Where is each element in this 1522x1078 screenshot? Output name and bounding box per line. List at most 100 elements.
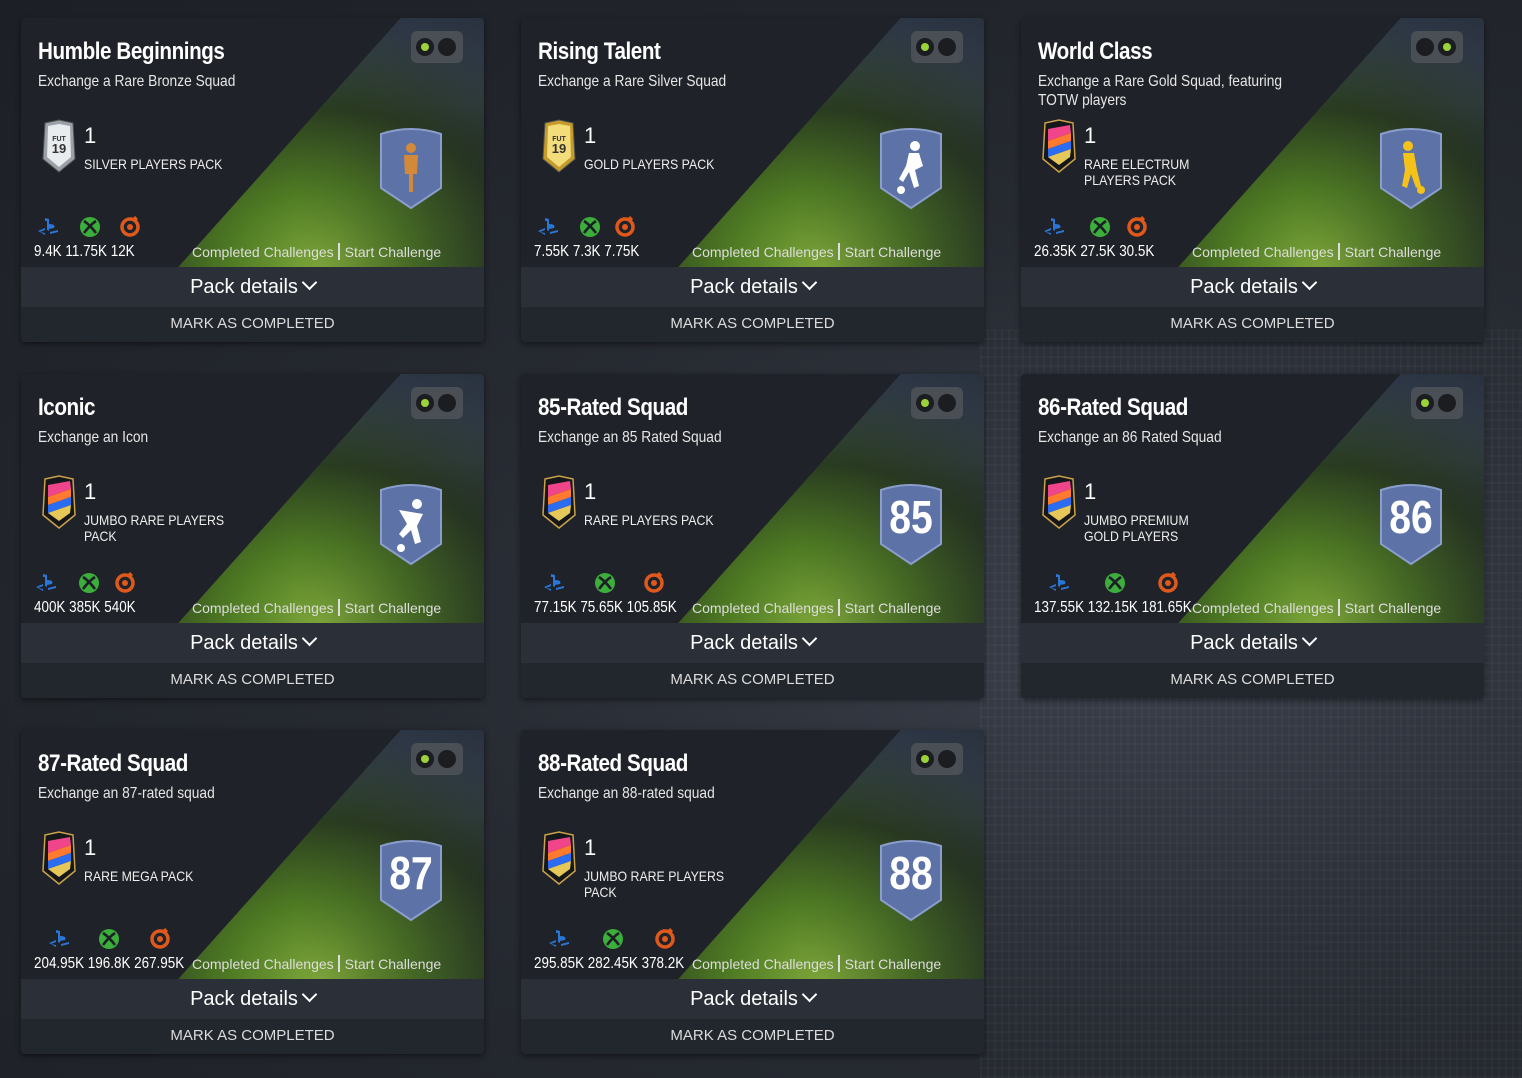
completed-challenges-link[interactable]: Completed Challenges <box>1192 244 1334 260</box>
pack-name: JUMBO RARE PLAYERS PACK <box>584 868 725 900</box>
challenge-title: 86-Rated Squad <box>1038 394 1188 421</box>
card-banner: Humble Beginnings Exchange a Rare Bronze… <box>21 18 484 267</box>
pack-details-button[interactable]: Pack details <box>1021 623 1484 663</box>
pack-details-button[interactable]: Pack details <box>521 267 984 307</box>
mark-as-completed-button[interactable]: MARK AS COMPLETED <box>521 307 984 342</box>
mark-as-completed-button[interactable]: MARK AS COMPLETED <box>21 1019 484 1054</box>
pack-details-button[interactable]: Pack details <box>1021 267 1484 307</box>
start-challenge-link[interactable]: Start Challenge <box>345 244 442 260</box>
challenge-subtitle: Exchange an 87-rated squad <box>38 785 215 802</box>
rare-pack-icon <box>40 831 78 885</box>
challenge-links: Completed Challenges Start Challenge <box>192 243 441 260</box>
pack-details-label: Pack details <box>190 988 298 1010</box>
start-challenge-link[interactable]: Start Challenge <box>1345 600 1442 616</box>
mark-as-completed-button[interactable]: MARK AS COMPLETED <box>521 663 984 698</box>
pack-count: 1 <box>1084 479 1097 504</box>
completed-challenges-link[interactable]: Completed Challenges <box>692 956 834 972</box>
pack-name: GOLD PLAYERS PACK <box>584 156 715 172</box>
pack-count: 1 <box>84 835 97 860</box>
gold-player-figure-icon <box>1377 126 1445 210</box>
completion-toggle[interactable] <box>411 387 463 419</box>
challenge-subtitle: Exchange a Rare Silver Squad <box>538 73 727 90</box>
chevron-down-icon <box>1301 274 1318 291</box>
completed-challenges-link[interactable]: Completed Challenges <box>192 244 334 260</box>
start-challenge-link[interactable]: Start Challenge <box>845 244 942 260</box>
completion-toggle[interactable] <box>411 31 463 63</box>
challenge-links: Completed Challenges Start Challenge <box>192 599 441 616</box>
svg-text:19: 19 <box>552 141 566 156</box>
completion-toggle[interactable] <box>911 743 963 775</box>
rare-pack-icon <box>40 475 78 529</box>
pack-details-button[interactable]: Pack details <box>521 979 984 1019</box>
challenge-title: 85-Rated Squad <box>538 394 688 421</box>
challenge-subtitle: Exchange a Rare Gold Squad, featuring TO… <box>1038 73 1283 109</box>
rating-badge-number: 86 <box>1389 491 1433 543</box>
pack-details-button[interactable]: Pack details <box>21 267 484 307</box>
start-challenge-link[interactable]: Start Challenge <box>345 600 442 616</box>
pack-count: 1 <box>584 479 597 504</box>
challenge-links: Completed Challenges Start Challenge <box>692 955 941 972</box>
challenge-title: Humble Beginnings <box>38 38 225 65</box>
sbc-card: Humble Beginnings Exchange a Rare Bronze… <box>21 18 484 342</box>
pack-details-button[interactable]: Pack details <box>521 623 984 663</box>
completion-toggle[interactable] <box>911 31 963 63</box>
playstation-icon <box>34 572 56 592</box>
xbox-icon <box>98 928 120 949</box>
challenge-links: Completed Challenges Start Challenge <box>192 955 441 972</box>
pack-count: 1 <box>84 479 97 504</box>
pack-details-button[interactable]: Pack details <box>21 979 484 1019</box>
completed-challenges-link[interactable]: Completed Challenges <box>692 244 834 260</box>
pc-origin-icon <box>654 927 676 949</box>
rating-badge-number: 85 <box>889 491 933 543</box>
playstation-icon <box>547 928 569 948</box>
pack-name: JUMBO RARE PLAYERS PACK <box>84 512 225 544</box>
xbox-icon <box>78 572 100 593</box>
pack-details-label: Pack details <box>690 988 798 1010</box>
start-challenge-link[interactable]: Start Challenge <box>345 956 442 972</box>
playstation-icon <box>1047 572 1069 592</box>
card-banner: World Class Exchange a Rare Gold Squad, … <box>1021 18 1484 267</box>
mark-as-completed-button[interactable]: MARK AS COMPLETED <box>21 307 484 342</box>
card-banner: Iconic Exchange an Icon 1 JUMBO RARE PLA… <box>21 374 484 623</box>
pack-count: 1 <box>1084 123 1097 148</box>
chevron-down-icon <box>301 274 318 291</box>
pack-name: RARE PLAYERS PACK <box>584 512 714 528</box>
xbox-icon <box>1104 572 1126 593</box>
sbc-card: Iconic Exchange an Icon 1 JUMBO RARE PLA… <box>21 374 484 698</box>
mark-as-completed-button[interactable]: MARK AS COMPLETED <box>21 663 484 698</box>
mark-as-completed-button[interactable]: MARK AS COMPLETED <box>521 1019 984 1054</box>
completion-toggle[interactable] <box>1411 31 1463 63</box>
challenge-subtitle: Exchange an Icon <box>38 429 149 446</box>
xbox-icon <box>1089 216 1111 237</box>
start-challenge-link[interactable]: Start Challenge <box>845 600 942 616</box>
sbc-card-grid: Humble Beginnings Exchange a Rare Bronze… <box>0 0 1522 1078</box>
pc-origin-icon <box>119 215 141 237</box>
platform-prices: 400K 385K 540K <box>34 599 136 616</box>
mark-as-completed-button[interactable]: MARK AS COMPLETED <box>1021 307 1484 342</box>
chevron-down-icon <box>801 274 818 291</box>
chevron-down-icon <box>801 986 818 1003</box>
pack-details-button[interactable]: Pack details <box>21 623 484 663</box>
completed-challenges-link[interactable]: Completed Challenges <box>192 600 334 616</box>
fut19-silver-pack-icon: FUT 19 <box>40 119 78 173</box>
completed-challenges-link[interactable]: Completed Challenges <box>692 600 834 616</box>
completion-toggle[interactable] <box>911 387 963 419</box>
pc-origin-icon <box>114 571 136 593</box>
xbox-icon <box>579 216 601 237</box>
completed-challenges-link[interactable]: Completed Challenges <box>192 956 334 972</box>
chevron-down-icon <box>301 986 318 1003</box>
pack-details-label: Pack details <box>690 632 798 654</box>
pc-origin-icon <box>614 215 636 237</box>
completed-challenges-link[interactable]: Completed Challenges <box>1192 600 1334 616</box>
completion-toggle[interactable] <box>1411 387 1463 419</box>
pack-name: JUMBO PREMIUM GOLD PLAYERS <box>1084 512 1189 544</box>
challenge-subtitle: Exchange an 88-rated squad <box>538 785 715 802</box>
pack-name: RARE MEGA PACK <box>84 868 194 884</box>
start-challenge-link[interactable]: Start Challenge <box>1345 244 1442 260</box>
bronze-player-figure-icon <box>377 126 445 210</box>
mark-as-completed-button[interactable]: MARK AS COMPLETED <box>1021 663 1484 698</box>
start-challenge-link[interactable]: Start Challenge <box>845 956 942 972</box>
completion-toggle[interactable] <box>411 743 463 775</box>
sbc-card: Rising Talent Exchange a Rare Silver Squ… <box>521 18 984 342</box>
pack-details-label: Pack details <box>190 276 298 298</box>
